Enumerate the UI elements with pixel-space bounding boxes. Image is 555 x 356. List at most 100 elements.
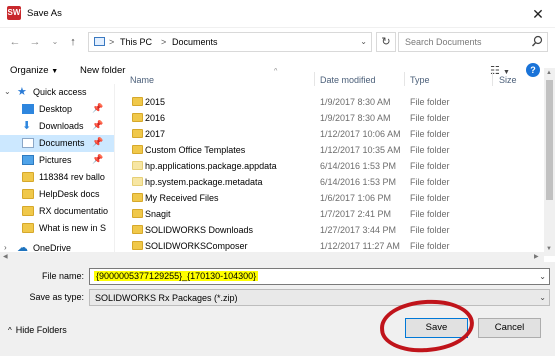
file-date: 1/12/2017 10:35 AM [320, 145, 401, 155]
scroll-down-icon[interactable]: ▼ [546, 246, 552, 252]
column-divider[interactable] [492, 72, 493, 86]
file-type: File folder [410, 209, 450, 219]
scrollbar-thumb[interactable] [546, 80, 553, 200]
nav-item-label: 118384 rev ballo [39, 172, 105, 182]
folder-icon [132, 193, 143, 202]
file-date: 6/14/2016 1:53 PM [320, 161, 397, 171]
cancel-button[interactable]: Cancel [478, 318, 541, 338]
file-row[interactable]: My Received Files 1/6/2017 1:06 PM File … [126, 190, 546, 206]
folder-icon [22, 172, 34, 182]
new-folder-button[interactable]: New folder [80, 65, 125, 76]
file-row[interactable]: Snagit 1/7/2017 2:41 PM File folder [126, 206, 546, 222]
pictures-icon [22, 155, 34, 165]
nav-item-desktop[interactable]: Desktop 📌 [0, 101, 114, 118]
file-name: hp.applications.package.appdata [145, 161, 277, 171]
scroll-right-icon[interactable]: ▶ [534, 253, 539, 260]
file-name: 2016 [145, 113, 166, 123]
file-type: File folder [410, 225, 450, 235]
star-icon: ★ [17, 86, 27, 98]
nav-item-label: RX documentatio [39, 206, 109, 216]
horizontal-scrollbar[interactable]: ◀ ▶ [0, 252, 544, 262]
folder-icon [22, 206, 34, 216]
nav-item-documents[interactable]: Documents 📌 [0, 135, 114, 152]
chevron-up-icon: ^ [8, 326, 12, 335]
file-name: 2017 [145, 129, 166, 139]
folder-icon [132, 145, 143, 154]
nav-item-label: Quick access [33, 87, 87, 97]
close-icon[interactable]: ✕ [528, 5, 548, 23]
file-type: File folder [410, 129, 450, 139]
search-input[interactable]: Search Documents [398, 32, 548, 52]
pin-icon: 📌 [92, 154, 104, 164]
column-header-date[interactable]: Date modified [320, 75, 376, 85]
nav-item-what-is-new[interactable]: What is new in S [0, 220, 114, 237]
nav-item-label: Pictures [39, 155, 72, 165]
nav-item-pictures[interactable]: Pictures 📌 [0, 152, 114, 169]
nav-item-label: Downloads [39, 121, 84, 131]
file-name-field[interactable]: {9000005377129255}_{170130-104300} ⌄ [89, 268, 550, 285]
scroll-up-icon[interactable]: ▲ [546, 70, 552, 76]
file-row[interactable]: 2016 1/9/2017 8:30 AM File folder [126, 110, 546, 126]
column-header-size[interactable]: Size [499, 75, 517, 85]
column-header-name[interactable]: Name [130, 75, 154, 85]
hide-folders-label: Hide Folders [15, 325, 67, 335]
breadcrumb-separator: > [109, 37, 115, 47]
chevron-down-icon: ▼ [51, 68, 59, 75]
organize-button[interactable]: Organize ▼ [10, 65, 58, 76]
address-dropdown-icon[interactable]: ⌄ [360, 37, 367, 46]
column-divider[interactable] [404, 72, 405, 86]
document-icon [22, 138, 34, 148]
file-date: 1/6/2017 1:06 PM [320, 193, 392, 203]
hide-folders-button[interactable]: ^ Hide Folders [8, 325, 67, 335]
chevron-down-icon: ⌄ [539, 293, 546, 302]
file-row[interactable]: SOLIDWORKSComposer 1/12/2017 11:27 AM Fi… [126, 238, 546, 252]
folder-icon [132, 225, 143, 234]
nav-item-rx-documentation[interactable]: RX documentatio [0, 203, 114, 220]
file-date: 1/9/2017 8:30 AM [320, 97, 391, 107]
column-header-type[interactable]: Type [410, 75, 430, 85]
file-date: 6/14/2016 1:53 PM [320, 177, 397, 187]
file-row[interactable]: hp.applications.package.appdata 6/14/201… [126, 158, 546, 174]
file-row[interactable]: hp.system.package.metadata 6/14/2016 1:5… [126, 174, 546, 190]
file-row[interactable]: 2017 1/12/2017 10:06 AM File folder [126, 126, 546, 142]
file-row[interactable]: SOLIDWORKS Downloads 1/27/2017 3:44 PM F… [126, 222, 546, 238]
navigation-scrollbar[interactable] [115, 84, 125, 257]
breadcrumb-documents[interactable]: Documents [172, 37, 218, 47]
chevron-down-icon[interactable]: ⌄ [4, 87, 11, 96]
up-arrow-icon[interactable]: ↑ [64, 33, 82, 51]
forward-arrow-icon[interactable]: → [26, 33, 44, 51]
save-as-type-select[interactable]: SOLIDWORKS Rx Packages (*.zip) ⌄ [89, 289, 550, 306]
pin-icon: 📌 [92, 103, 104, 113]
file-name: SOLIDWORKS Downloads [145, 225, 254, 235]
save-as-type-label: Save as type: [29, 292, 84, 302]
column-divider[interactable] [314, 72, 315, 86]
file-name: SOLIDWORKSComposer [145, 241, 248, 251]
file-row[interactable]: Custom Office Templates 1/12/2017 10:35 … [126, 142, 546, 158]
file-name: 2015 [145, 97, 166, 107]
folder-icon [22, 189, 34, 199]
file-date: 1/27/2017 3:44 PM [320, 225, 397, 235]
file-list-scrollbar[interactable]: ▲ ▼ [544, 68, 555, 256]
chevron-down-icon[interactable]: ⌄ [539, 272, 546, 281]
search-icon [531, 35, 543, 47]
save-button[interactable]: Save [405, 318, 468, 338]
refresh-icon[interactable]: ↻ [376, 32, 396, 52]
back-arrow-icon[interactable]: ← [6, 33, 24, 51]
file-row[interactable]: 2015 1/9/2017 8:30 AM File folder [126, 94, 546, 110]
chevron-right-icon[interactable]: › [4, 243, 7, 252]
nav-item-quick-access[interactable]: ⌄ ★ Quick access [0, 84, 114, 101]
download-icon: ⬇ [22, 120, 32, 132]
nav-item-helpdesk-docs[interactable]: HelpDesk docs [0, 186, 114, 203]
breadcrumb-this-pc[interactable]: This PC [120, 37, 152, 47]
nav-item-label: Desktop [39, 104, 73, 114]
file-type: File folder [410, 177, 450, 187]
nav-item-downloads[interactable]: ⬇ Downloads 📌 [0, 118, 114, 135]
recent-locations-chevron-icon[interactable]: ⌄ [46, 33, 64, 51]
file-type: File folder [410, 161, 450, 171]
navigation-pane: ⌄ ★ Quick access Desktop 📌 ⬇ Downloads 📌… [0, 84, 115, 257]
nav-item-118384-rev-ballo[interactable]: 118384 rev ballo [0, 169, 114, 186]
address-bar[interactable]: > This PC > Documents ⌄ [88, 32, 372, 52]
window-title: Save As [27, 8, 62, 19]
scroll-left-icon[interactable]: ◀ [3, 253, 8, 260]
solidworks-icon: SW [7, 6, 21, 20]
